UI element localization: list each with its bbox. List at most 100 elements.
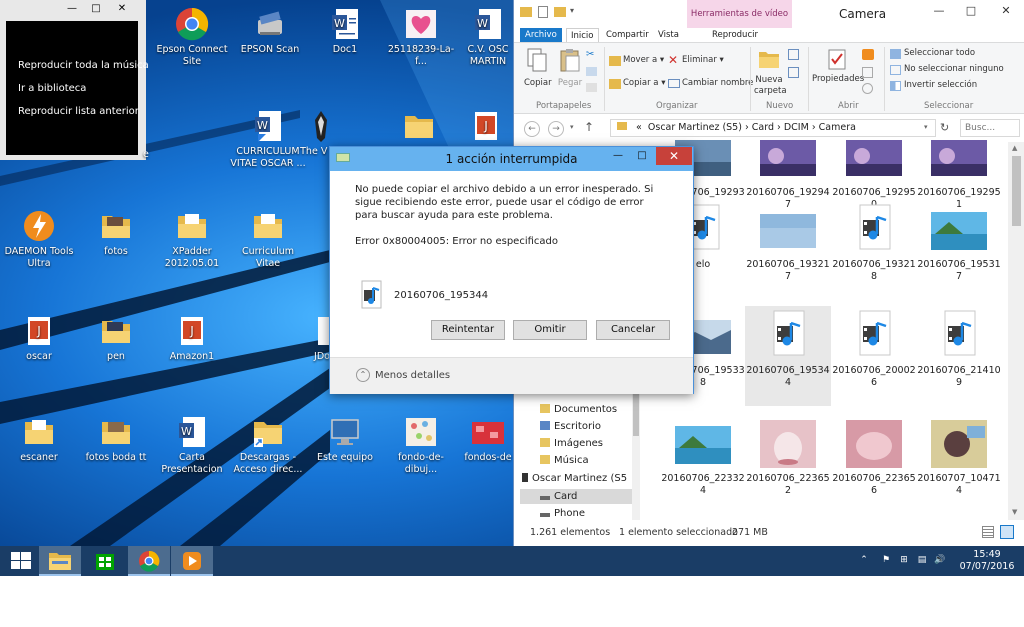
nav-item-musica[interactable]: Música <box>540 455 589 466</box>
desktop-icon-epson-connect[interactable]: Epson Connect Site <box>153 6 231 68</box>
skip-button[interactable]: Omitir <box>513 320 587 340</box>
scrollbar-thumb[interactable] <box>633 390 639 436</box>
nav-item-escritorio[interactable]: Escritorio <box>540 421 601 432</box>
edit-icon[interactable] <box>862 67 873 78</box>
scroll-down-arrow[interactable]: ▼ <box>1012 508 1017 516</box>
file-item[interactable]: 20160706_19321 7 <box>745 200 831 300</box>
nav-item-card[interactable]: Card <box>520 489 638 504</box>
tab-reproducir[interactable]: Reproducir <box>712 28 758 42</box>
taskbar-store[interactable] <box>84 546 126 576</box>
file-item[interactable]: 20160706_22365 6 <box>831 414 917 514</box>
nav-item-documentos[interactable]: Documentos <box>540 404 617 415</box>
history-icon[interactable] <box>862 83 873 94</box>
desktop-icon-folder-top[interactable] <box>380 108 458 146</box>
close-button[interactable]: ✕ <box>656 147 692 165</box>
taskbar-media-player[interactable] <box>171 546 213 576</box>
new-item-icon[interactable] <box>788 49 799 60</box>
windows-tray-icon[interactable]: ⊞ <box>898 555 910 567</box>
desktop-icon-este-equipo[interactable]: Este equipo <box>306 414 384 464</box>
notification-flag-icon[interactable]: ⚑ <box>880 555 892 567</box>
tab-inicio[interactable]: Inicio <box>566 28 599 42</box>
cancel-button[interactable]: Cancelar <box>596 320 670 340</box>
file-item[interactable]: 20160706_19531 7 <box>916 200 1002 300</box>
retry-button[interactable]: Reintentar <box>431 320 505 340</box>
new-folder-icon[interactable] <box>554 7 566 17</box>
chevron-up-icon[interactable]: ⌃ <box>356 368 370 382</box>
minimize-button[interactable]: — <box>924 0 954 22</box>
desktop-icon-fotos[interactable]: fotos <box>77 208 155 258</box>
tab-compartir[interactable]: Compartir <box>606 28 649 42</box>
system-clock[interactable]: 15:49 07/07/2016 <box>954 549 1020 573</box>
scrollbar-thumb[interactable] <box>1012 156 1021 226</box>
file-item[interactable]: 20160706_21410 9 <box>916 306 1002 406</box>
close-button[interactable]: ✕ <box>988 0 1024 22</box>
delete-button[interactable]: Eliminar ▾ <box>682 55 724 65</box>
desktop-icon-xpadder[interactable]: XPadder 2012.05.01 <box>153 208 231 270</box>
file-item[interactable]: 20160706_19534 4 <box>745 306 831 406</box>
invert-selection-button[interactable]: Invertir selección <box>904 80 977 90</box>
properties-icon[interactable] <box>538 6 548 18</box>
file-item[interactable]: 20160706_22332 4 <box>660 414 746 514</box>
desktop-icon-curriculum-vitae-oscar[interactable]: W CURRICULUM VITAE OSCAR ... <box>229 108 307 170</box>
jumplist-play-all[interactable]: Reproducir toda la música <box>18 60 149 71</box>
scroll-up-arrow[interactable]: ▲ <box>1012 144 1017 152</box>
minimize-button[interactable]: — <box>610 150 626 162</box>
desktop-icon-oscar[interactable]: J oscar <box>0 313 78 363</box>
jumplist-play-previous[interactable]: Reproducir lista anterior <box>18 106 139 117</box>
jumplist-go-library[interactable]: Ir a biblioteca <box>18 83 86 94</box>
file-item[interactable]: 20160706_19321 8 <box>831 200 917 300</box>
up-button[interactable]: ↑ <box>584 120 594 134</box>
desktop-icon-descargas[interactable]: Descargas - Acceso direc... <box>229 414 307 476</box>
properties-button[interactable]: Propiedades <box>812 47 864 84</box>
maximize-button[interactable]: □ <box>86 3 106 15</box>
desktop-icon-escaner[interactable]: escaner <box>0 414 78 464</box>
easy-access-icon[interactable] <box>788 67 799 78</box>
maximize-button[interactable]: □ <box>634 150 650 162</box>
desktop-icon-fotos-boda[interactable]: fotos boda tt <box>77 414 155 464</box>
desktop-icon-pdf-top[interactable]: J <box>456 108 516 146</box>
copy-to-button[interactable]: Copiar a ▾ <box>623 78 665 88</box>
nav-item-oscar-martinez[interactable]: Oscar Martinez (S5 <box>522 473 627 484</box>
tab-archivo[interactable]: Archivo <box>520 28 562 42</box>
less-details-link[interactable]: Menos detalles <box>375 370 450 381</box>
move-to-button[interactable]: Mover a ▾ <box>623 55 664 65</box>
large-icons-view-icon[interactable] <box>1000 525 1014 539</box>
navigation-scrollbar[interactable] <box>632 382 640 520</box>
select-all-button[interactable]: Seleccionar todo <box>904 48 975 58</box>
details-view-icon[interactable] <box>982 526 994 538</box>
network-icon[interactable]: ▤ <box>916 555 928 567</box>
volume-icon[interactable]: 🔊 <box>934 555 946 567</box>
desktop-icon-daemon-tools[interactable]: DAEMON Tools Ultra <box>0 208 78 270</box>
forward-button[interactable]: → <box>548 121 564 137</box>
taskbar-chrome[interactable] <box>128 546 170 576</box>
desktop-icon-pen[interactable]: pen <box>77 313 155 363</box>
desktop-icon-epson-scan[interactable]: EPSON Scan <box>231 6 309 56</box>
file-item[interactable]: 20160706_22365 2 <box>745 414 831 514</box>
chevron-up-icon[interactable]: ⌃ <box>858 555 870 567</box>
taskbar-file-explorer[interactable] <box>39 546 81 576</box>
desktop-icon-la-f[interactable]: 25118239-La-f... <box>382 6 460 68</box>
paste-button[interactable]: Pegar <box>556 47 584 88</box>
quick-access-dropdown-icon[interactable]: ▾ <box>570 6 574 15</box>
start-button[interactable] <box>0 546 42 576</box>
file-item[interactable]: 20160706_20002 6 <box>831 306 917 406</box>
open-media-icon[interactable] <box>862 49 874 60</box>
desktop-icon-carta-presentacion[interactable]: W Carta Presentacion <box>153 414 231 476</box>
content-scrollbar[interactable]: ▲ ▼ <box>1008 142 1024 520</box>
desktop-icon-cv-oscar[interactable]: W C.V. OSC MARTIN <box>458 6 518 68</box>
desktop-icon-fondos-de[interactable]: fondos-de <box>458 414 518 464</box>
tab-vista[interactable]: Vista <box>658 28 679 42</box>
desktop-icon-curriculum-vitae[interactable]: Curriculum Vitae <box>229 208 307 270</box>
select-none-button[interactable]: No seleccionar ninguno <box>904 64 1004 74</box>
cut-icon[interactable]: ✂ <box>586 49 600 61</box>
file-item[interactable]: 20160707_10471 4 <box>916 414 1002 514</box>
desktop-icon-amazon1[interactable]: J Amazon1 <box>153 313 231 363</box>
desktop-icon-doc1[interactable]: W Doc1 <box>306 6 384 56</box>
new-folder-button[interactable]: Nueva carpeta <box>754 47 787 97</box>
back-button[interactable]: ← <box>524 121 540 137</box>
desktop-icon-fondo-dibujo[interactable]: fondo-de-dibuj... <box>382 414 460 476</box>
copy-path-icon[interactable] <box>586 67 597 76</box>
nav-item-phone[interactable]: Phone <box>540 508 585 519</box>
paste-shortcut-icon[interactable] <box>586 83 597 92</box>
close-button[interactable]: ✕ <box>112 3 132 15</box>
